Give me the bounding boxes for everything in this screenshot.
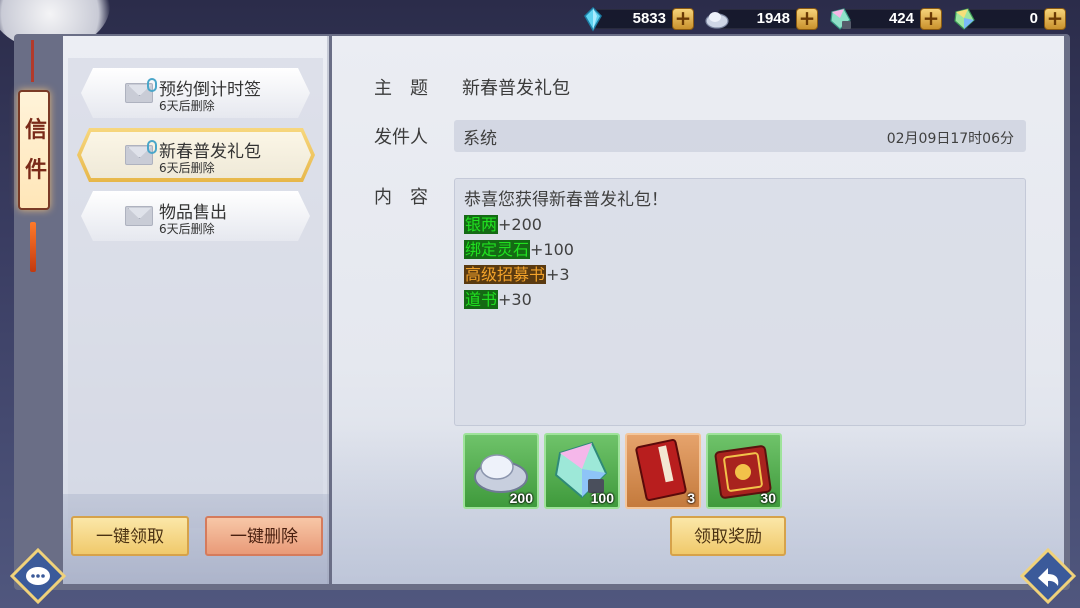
currency-locked-gem: 424 +: [828, 6, 942, 32]
currency-crystal-value: 5833: [632, 10, 666, 27]
reward-slot-locked-gem[interactable]: 100: [544, 433, 620, 509]
delete-all-button[interactable]: 一键删除: [205, 516, 323, 556]
content-intro: 恭喜您获得新春普发礼包！: [464, 190, 668, 210]
claim-reward-button[interactable]: 领取奖励: [670, 516, 786, 556]
mail-item-expiry: 6天后删除: [159, 222, 215, 236]
sender-field: 系统 02月09日17时06分: [454, 120, 1026, 152]
currency-bar: 5833 + 1948 + 424 + 0 +: [0, 4, 1080, 32]
content-line: 高级招募书+3: [464, 261, 570, 285]
envelope-icon: [125, 206, 153, 226]
back-button[interactable]: [1020, 548, 1076, 604]
tab-tassel: [30, 222, 36, 272]
content-line: 银两+200: [464, 211, 542, 235]
reward-amount: +100: [530, 240, 574, 259]
mail-item-expiry: 6天后删除: [159, 99, 215, 113]
reward-slot-silver[interactable]: 200: [463, 433, 539, 509]
reward-amount: +30: [498, 290, 532, 309]
reward-qty: 100: [590, 490, 614, 506]
reward-amount: +200: [498, 215, 542, 234]
reward-qty: 3: [687, 490, 695, 506]
content-line: 绑定灵石+100: [464, 236, 574, 260]
reward-name: 道书: [464, 290, 499, 309]
add-crystal-button[interactable]: +: [672, 8, 694, 30]
currency-silver-value: 1948: [756, 10, 790, 27]
currency-locked-gem-value: 424: [888, 10, 914, 27]
add-locked-gem-button[interactable]: +: [920, 8, 942, 30]
reward-slot-recruit-book[interactable]: 3: [625, 433, 701, 509]
mail-detail-panel: 主 题 新春普发礼包 发件人 系统 02月09日17时06分 内 容 恭喜您获得…: [332, 36, 1064, 584]
mail-list[interactable]: 预约倒计时签 6天后删除 新春普发礼包 6天后删除 物品售出 6天后删除: [68, 58, 323, 528]
tab-mail[interactable]: 信 件: [12, 80, 56, 220]
attachment-clip-icon: [147, 140, 157, 154]
currency-silver: 1948 +: [704, 6, 818, 32]
sender-value: 系统: [463, 129, 497, 149]
reward-amount: +3: [546, 265, 570, 284]
subject-label: 主 题: [374, 78, 428, 99]
content-label: 内 容: [374, 187, 428, 208]
reward-name: 高级招募书: [464, 265, 547, 284]
reward-name: 银两: [464, 215, 499, 234]
tab-mail-char: 件: [24, 157, 47, 183]
mail-list-panel: 预约倒计时签 6天后删除 新春普发礼包 6天后删除 物品售出 6天后删除 一键领…: [63, 36, 329, 584]
tab-mail-char: 信: [24, 117, 47, 143]
currency-rainbow-gem-value: 0: [1029, 10, 1038, 27]
chat-button[interactable]: [10, 548, 66, 604]
mail-item-expiry: 6天后删除: [159, 161, 215, 175]
content-line: 道书+30: [464, 286, 532, 310]
mail-item[interactable]: 物品售出 6天后删除: [81, 191, 310, 241]
reward-qty: 200: [509, 490, 533, 506]
reward-name: 绑定灵石: [464, 240, 531, 259]
sender-label: 发件人: [374, 127, 428, 148]
tab-mail-lantern: 信 件: [18, 90, 50, 210]
add-rainbow-gem-button[interactable]: +: [1044, 8, 1066, 30]
mail-date: 02月09日17时06分: [886, 131, 1014, 147]
tab-rope: [31, 40, 34, 82]
reward-qty: 30: [760, 490, 776, 506]
currency-crystal: 5833 +: [580, 6, 694, 32]
content-box: 恭喜您获得新春普发礼包！ 银两+200 绑定灵石+100 高级招募书+3 道书+…: [454, 178, 1026, 426]
mail-item-selected[interactable]: 新春普发礼包 6天后删除: [77, 128, 315, 182]
mail-item[interactable]: 预约倒计时签 6天后删除: [81, 68, 310, 118]
currency-rainbow-gem: 0 +: [952, 6, 1066, 32]
reward-slot-dao-book[interactable]: 30: [706, 433, 782, 509]
subject-value: 新春普发礼包: [462, 78, 570, 99]
claim-all-button[interactable]: 一键领取: [71, 516, 189, 556]
add-silver-button[interactable]: +: [796, 8, 818, 30]
attachment-clip-icon: [147, 78, 157, 92]
